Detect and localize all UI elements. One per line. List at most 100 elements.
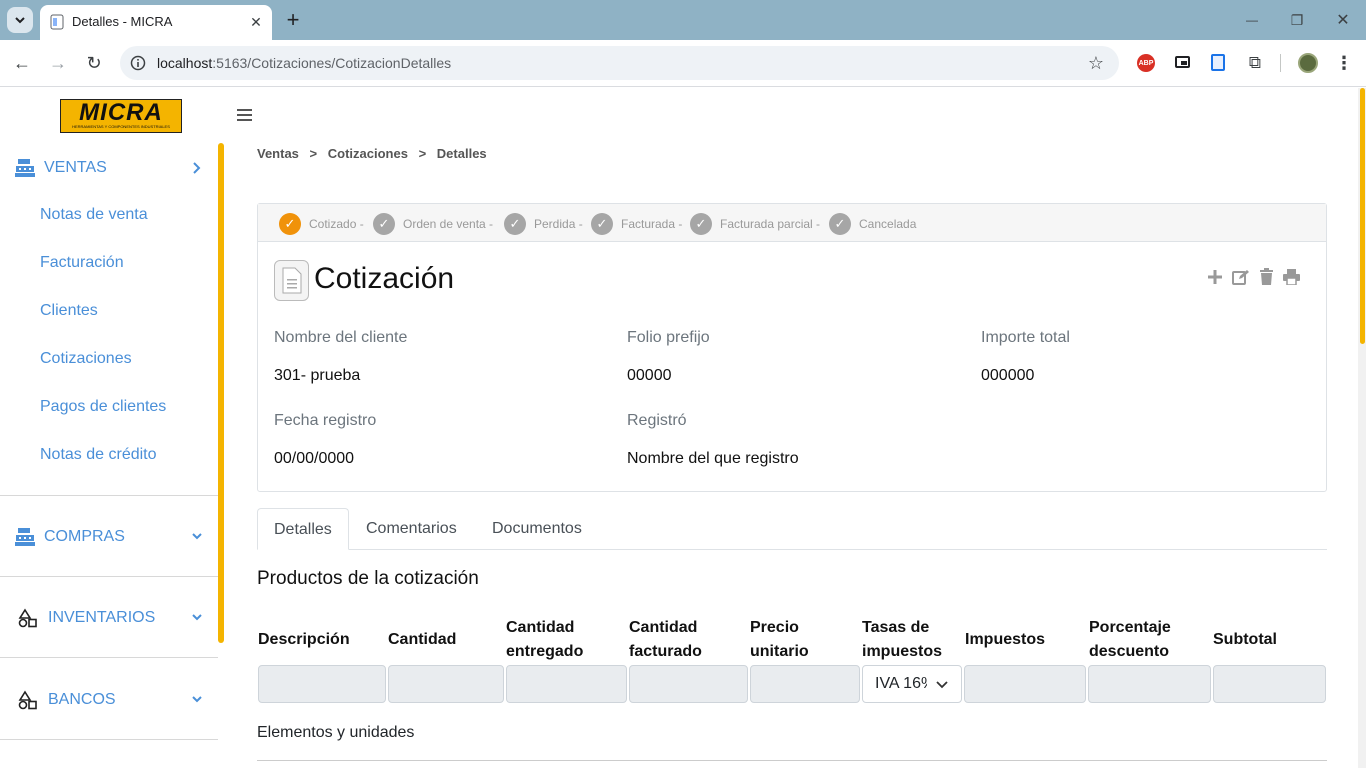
- folio-label: Folio prefijo: [627, 329, 710, 346]
- impuestos-field[interactable]: [964, 665, 1086, 703]
- extensions-puzzle-icon[interactable]: ⧉: [1243, 51, 1267, 75]
- sidebar-item-cotizaciones[interactable]: Cotizaciones: [40, 350, 132, 368]
- cliente-value: 301- prueba: [274, 367, 361, 384]
- adblock-extension-icon[interactable]: ABP: [1137, 54, 1155, 72]
- chevron-down-icon[interactable]: [191, 613, 203, 623]
- hamburger-menu-icon[interactable]: [237, 108, 253, 122]
- tax-rate-value: IVA 16%: [875, 675, 927, 692]
- chevron-right-icon[interactable]: [192, 161, 202, 175]
- breadcrumb-cotizaciones[interactable]: Cotizaciones: [328, 146, 408, 161]
- check-icon: ✓: [591, 213, 613, 235]
- breadcrumb-detalles: Detalles: [436, 146, 487, 161]
- breadcrumb: Ventas > Cotizaciones > Detalles: [257, 146, 494, 161]
- sidebar-section-label: INVENTARIOS: [48, 609, 156, 626]
- profile-avatar[interactable]: [1298, 53, 1318, 73]
- column-header: Precio unitario: [750, 616, 809, 664]
- column-header: Subtotal: [1213, 628, 1277, 652]
- close-tab-icon[interactable]: ✕: [246, 12, 266, 32]
- minimize-button[interactable]: —: [1240, 8, 1264, 32]
- extension-icon[interactable]: [1211, 54, 1225, 71]
- url-path: :5163/Cotizaciones/CotizacionDetalles: [212, 55, 452, 71]
- column-header-line: impuestos: [862, 643, 943, 660]
- site-info-icon[interactable]: [130, 55, 146, 71]
- chevron-down-icon[interactable]: [191, 532, 203, 542]
- logo-tagline: HERRAMIENTAS Y COMPONENTES INDUSTRIALES: [72, 124, 170, 129]
- sidebar-item-pagos-de-clientes[interactable]: Pagos de clientes: [40, 398, 166, 416]
- tab-documentos[interactable]: Documentos: [476, 508, 598, 550]
- sidebar-scrollbar[interactable]: [218, 143, 224, 643]
- tab-comentarios[interactable]: Comentarios: [350, 508, 473, 550]
- sidebar-section-bancos[interactable]: BANCOS: [14, 688, 116, 712]
- sidebar-section-inventarios[interactable]: INVENTARIOS: [14, 606, 155, 630]
- quote-card: ✓ Cotizado - ✓ Orden de venta - ✓ Perdida -…: [257, 203, 1327, 492]
- tax-rate-select[interactable]: IVA 16%: [862, 665, 962, 703]
- column-header-line: unitario: [750, 643, 809, 660]
- back-icon[interactable]: ←: [10, 51, 34, 75]
- porcentaje-descuento-field[interactable]: [1088, 665, 1211, 703]
- descripcion-field[interactable]: [258, 665, 386, 703]
- step-facturada: ✓ Facturada -: [591, 213, 682, 235]
- print-icon[interactable]: [1283, 269, 1300, 285]
- close-window-button[interactable]: ✕: [1331, 8, 1355, 32]
- column-header-line: Cantidad: [629, 619, 698, 636]
- column-header-line: Descripción: [258, 631, 350, 648]
- picture-in-picture-icon[interactable]: [1175, 56, 1190, 68]
- sidebar-item-clientes[interactable]: Clientes: [40, 302, 98, 320]
- tab-search-button[interactable]: [7, 7, 33, 33]
- section-divider: [257, 760, 1327, 761]
- logo[interactable]: MICRA HERRAMIENTAS Y COMPONENTES INDUSTR…: [60, 99, 182, 133]
- toolbar-divider: [1280, 54, 1281, 72]
- bookmark-star-icon[interactable]: ☆: [1085, 52, 1107, 74]
- page-scrollbar-thumb[interactable]: [1360, 88, 1365, 344]
- url-host: localhost: [157, 55, 213, 71]
- tab-title: Detalles - MICRA: [72, 14, 173, 29]
- precio-unitario-field[interactable]: [750, 665, 860, 703]
- browser-menu-icon[interactable]: ⋮: [1332, 51, 1356, 75]
- column-header: Cantidad: [388, 628, 456, 652]
- forward-icon[interactable]: →: [46, 51, 70, 75]
- cantidad-facturado-field[interactable]: [629, 665, 748, 703]
- step-label: Orden de venta -: [403, 217, 494, 231]
- add-icon[interactable]: [1207, 269, 1223, 285]
- elements-units-label: Elementos y unidades: [257, 724, 415, 741]
- url-text[interactable]: localhost:5163/Cotizaciones/CotizacionDe…: [157, 55, 451, 71]
- sidebar-section-label: VENTAS: [44, 159, 107, 176]
- step-label: Facturada parcial -: [720, 217, 821, 231]
- browser-tab[interactable]: Detalles - MICRA ✕: [40, 5, 272, 40]
- sidebar-item-facturacion[interactable]: Facturación: [40, 254, 124, 272]
- column-header: Porcentaje descuento: [1089, 616, 1171, 664]
- chevron-down-icon[interactable]: [191, 695, 203, 705]
- step-facturada-parcial: ✓ Facturada parcial -: [690, 213, 820, 235]
- importe-label: Importe total: [981, 329, 1070, 346]
- cantidad-entregado-field[interactable]: [506, 665, 627, 703]
- fecha-label: Fecha registro: [274, 412, 377, 429]
- edit-icon[interactable]: [1232, 269, 1250, 285]
- column-header-line: Impuestos: [965, 631, 1046, 648]
- detail-tabs: Detalles Comentarios Documentos: [257, 508, 1327, 550]
- tab-detalles[interactable]: Detalles: [257, 508, 349, 550]
- step-orden-de-venta: ✓ Orden de venta -: [373, 213, 493, 235]
- folio-value: 00000: [627, 367, 672, 384]
- sidebar-section-compras[interactable]: COMPRAS: [14, 525, 125, 549]
- sidebar-item-notas-de-venta[interactable]: Notas de venta: [40, 206, 148, 224]
- restore-button[interactable]: ❐: [1285, 8, 1309, 32]
- shapes-icon: [18, 608, 37, 628]
- trash-icon[interactable]: [1259, 268, 1274, 285]
- browser-tab-strip: Detalles - MICRA ✕ + — ❐ ✕: [0, 0, 1366, 40]
- cantidad-field[interactable]: [388, 665, 504, 703]
- address-bar[interactable]: localhost:5163/Cotizaciones/CotizacionDe…: [120, 46, 1119, 80]
- breadcrumb-ventas[interactable]: Ventas: [257, 146, 299, 161]
- sidebar-item-notas-de-credito[interactable]: Notas de crédito: [40, 446, 157, 464]
- column-header: Descripción: [258, 628, 350, 652]
- step-label: Facturada -: [621, 217, 683, 231]
- new-tab-button[interactable]: +: [281, 7, 305, 32]
- subtotal-field[interactable]: [1213, 665, 1326, 703]
- sidebar-section-ventas[interactable]: VENTAS: [14, 156, 107, 180]
- status-stepper: ✓ Cotizado - ✓ Orden de venta - ✓ Perdida -…: [258, 204, 1326, 242]
- chevron-down-icon: [15, 17, 25, 24]
- reload-icon[interactable]: ↻: [82, 51, 106, 75]
- column-header-line: Subtotal: [1213, 631, 1277, 648]
- step-cancelada: ✓ Cancelada: [829, 213, 916, 235]
- column-header-line: Cantidad: [388, 631, 457, 648]
- cash-register-icon: [15, 159, 35, 177]
